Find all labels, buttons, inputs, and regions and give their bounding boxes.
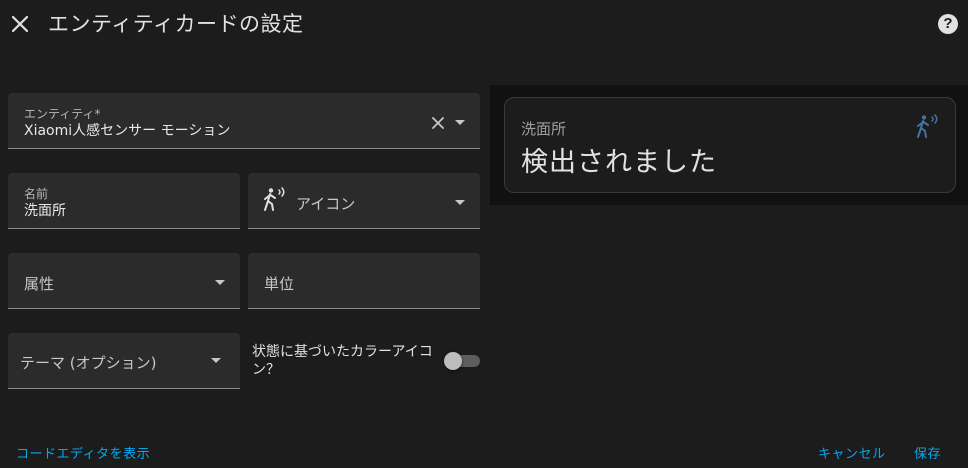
cancel-button[interactable]: キャンセル xyxy=(818,443,886,462)
card-state: 検出されました xyxy=(521,147,717,178)
help-icon[interactable]: ? xyxy=(938,14,958,34)
unit-placeholder: 単位 xyxy=(264,275,295,293)
theme-placeholder: テーマ (オプション) xyxy=(20,354,157,372)
attribute-select[interactable]: 属性 xyxy=(8,253,240,309)
toggle-thumb xyxy=(444,352,462,370)
save-button[interactable]: 保存 xyxy=(914,443,941,462)
icon-picker[interactable]: アイコン xyxy=(248,173,480,229)
entity-value: Xiaomi人感センサー モーション xyxy=(24,123,231,139)
state-color-label: 状態に基づいたカラーアイコン？ xyxy=(252,344,433,378)
entity-card-config-dialog: エンティティカードの設定 ? エンティティ* Xiaomi人感センサー モーショ… xyxy=(0,0,968,468)
motion-sensor-icon xyxy=(264,187,285,211)
chevron-down-icon[interactable] xyxy=(455,200,465,205)
name-field[interactable]: 名前 洗面所 xyxy=(8,173,240,229)
state-color-toggle[interactable] xyxy=(444,352,480,370)
entity-select[interactable]: エンティティ* Xiaomi人感センサー モーション xyxy=(8,93,480,149)
icon-placeholder: アイコン xyxy=(296,195,356,213)
motion-sensor-icon xyxy=(917,114,938,138)
attribute-placeholder: 属性 xyxy=(24,275,55,293)
close-icon xyxy=(11,15,29,33)
clear-icon[interactable] xyxy=(431,116,445,130)
close-button[interactable] xyxy=(6,10,34,38)
show-code-editor-link[interactable]: コードエディタを表示 xyxy=(16,443,150,462)
chevron-down-icon[interactable] xyxy=(455,120,465,125)
chevron-down-icon[interactable] xyxy=(215,280,225,285)
theme-select[interactable]: テーマ (オプション) xyxy=(8,333,240,389)
chevron-down-icon[interactable] xyxy=(211,358,221,363)
card-name: 洗面所 xyxy=(521,120,567,138)
name-value: 洗面所 xyxy=(24,203,66,219)
unit-field[interactable]: 単位 xyxy=(248,253,480,309)
entity-card-preview[interactable]: 洗面所 検出されました xyxy=(504,97,956,193)
dialog-title: エンティティカードの設定 xyxy=(48,12,304,36)
